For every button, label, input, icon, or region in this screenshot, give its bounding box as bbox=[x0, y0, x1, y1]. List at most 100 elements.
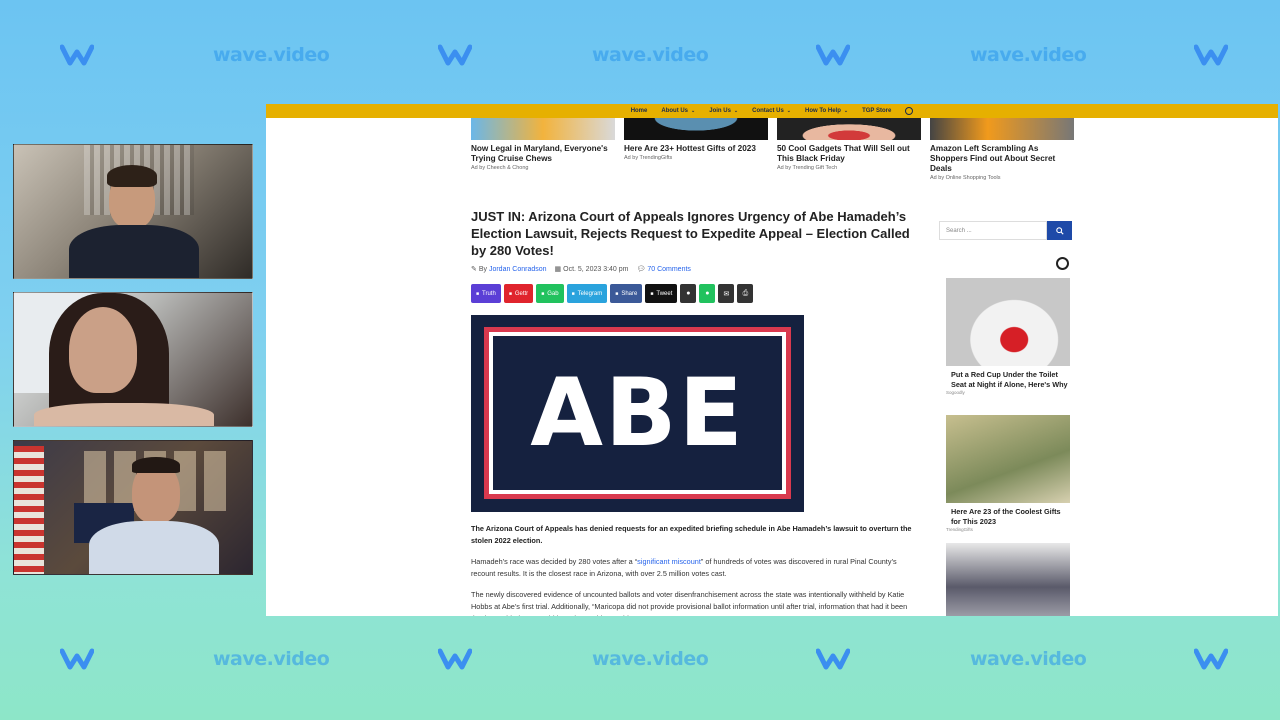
watermark-logo bbox=[815, 648, 851, 670]
miscount-link[interactable]: significant miscount bbox=[637, 557, 701, 566]
ad-image bbox=[930, 118, 1074, 140]
nav-item[interactable]: Home bbox=[631, 108, 648, 114]
participant-body bbox=[89, 521, 219, 574]
search-button[interactable] bbox=[1047, 221, 1072, 240]
shared-browser-window: Home About Us ⌄ Join Us ⌄ Contact Us ⌄ How To H… bbox=[266, 104, 1278, 616]
hero-text: ABE bbox=[530, 359, 745, 468]
nav-label: Home bbox=[630, 108, 648, 114]
nav-item[interactable]: About Us ⌄ bbox=[661, 108, 695, 114]
nav-label: Join Us bbox=[709, 108, 731, 114]
watermark-logo bbox=[59, 648, 95, 670]
watermark-text: wave.video bbox=[970, 648, 1087, 670]
share-label: Gab bbox=[547, 290, 559, 297]
article-paragraph: The newly discovered evidence of uncount… bbox=[471, 590, 908, 616]
article-date: Oct. 5, 2023 3:40 pm bbox=[563, 266, 629, 273]
participant-head bbox=[69, 307, 137, 393]
article: JUST IN: Arizona Court of Appeals Ignore… bbox=[471, 208, 921, 616]
ad-source: Ad by Trending Gift Tech bbox=[777, 165, 838, 171]
email-icon[interactable]: ✉ bbox=[718, 284, 735, 303]
ad-source: Ad by Online Shopping Tools bbox=[930, 175, 1001, 181]
chevron-down-icon: ⌄ bbox=[786, 108, 791, 114]
video-tile-1[interactable] bbox=[13, 144, 253, 279]
gettr-icon: ■ bbox=[508, 290, 512, 297]
ad-source: Ad by Cheech & Chong bbox=[471, 165, 529, 171]
ad-title[interactable]: Here Are 23+ Hottest Gifts of 2023 bbox=[624, 144, 768, 154]
article-meta: ✎ By Jordan Conradson ▦ Oct. 5, 2023 3:4… bbox=[471, 265, 921, 273]
nav-label: How To Help bbox=[804, 108, 841, 114]
watermark-logo bbox=[815, 44, 851, 66]
share-button-gab[interactable]: ■ Gab bbox=[536, 284, 564, 303]
participant-body bbox=[69, 225, 199, 278]
participant-hair bbox=[132, 457, 180, 473]
chevron-down-icon: ⌄ bbox=[691, 108, 696, 114]
sponsored-icon[interactable] bbox=[1056, 257, 1069, 270]
chevron-down-icon: ⌄ bbox=[733, 108, 739, 114]
search-input[interactable]: Search ... bbox=[939, 221, 1047, 240]
sidebar-search: Search ... bbox=[939, 221, 1075, 240]
author-meta: ✎ By Jordan Conradson bbox=[471, 265, 547, 273]
ad-image bbox=[946, 415, 1070, 503]
ad-source: Ad by TrendingGifts bbox=[624, 155, 673, 161]
ad-source: Sogoodly bbox=[946, 390, 965, 395]
participant-hair bbox=[107, 165, 157, 187]
share-button-share[interactable]: ■ Share bbox=[610, 284, 643, 303]
share-label: Share bbox=[621, 290, 638, 297]
ad-title[interactable]: Amazon Left Scrambling As Shoppers Find … bbox=[930, 144, 1074, 174]
watermark-logo bbox=[59, 44, 95, 66]
sms-icon[interactable]: ● bbox=[699, 284, 716, 303]
share-icon: ■ bbox=[615, 290, 619, 297]
flag bbox=[14, 446, 44, 574]
ad-title[interactable]: Here Are 23 of the Coolest Gifts for Thi… bbox=[946, 507, 1070, 526]
paragraph-text: Hamadeh’s race was decided by 280 votes … bbox=[471, 557, 638, 566]
watermark-logo bbox=[1193, 648, 1229, 670]
video-tile-3[interactable] bbox=[13, 440, 253, 575]
participant-body bbox=[34, 403, 214, 426]
nav-item[interactable]: TGP Store bbox=[862, 108, 891, 114]
date-meta: ▦ Oct. 5, 2023 3:40 pm bbox=[555, 265, 629, 273]
share-button-gettr[interactable]: ■ Gettr bbox=[503, 284, 534, 303]
nav-item[interactable]: Join Us ⌄ bbox=[709, 108, 738, 114]
print-icon[interactable]: ⎙ bbox=[737, 284, 754, 303]
comments-link[interactable]: 70 Comments bbox=[647, 266, 691, 273]
search-icon bbox=[1055, 226, 1064, 235]
article-paragraph: The Arizona Court of Appeals has denied … bbox=[471, 524, 912, 545]
share-button-tweet[interactable]: ■ Tweet bbox=[645, 284, 678, 303]
sidebar-ad[interactable]: Put a Red Cup Under the Toilet Seat at N… bbox=[946, 278, 1070, 395]
nav-item[interactable]: How To Help ⌄ bbox=[805, 108, 848, 114]
comments-meta: 💬︎ 70 Comments bbox=[637, 265, 691, 273]
ad-image bbox=[624, 118, 768, 140]
site-navbar: Home About Us ⌄ Join Us ⌄ Contact Us ⌄ How To H… bbox=[266, 104, 1278, 118]
top-ad[interactable]: Amazon Left Scrambling As Shoppers Find … bbox=[930, 118, 1074, 181]
top-ad-row: Now Legal in Maryland, Everyone's Trying… bbox=[471, 118, 1074, 181]
hero-image: ABE bbox=[471, 315, 804, 512]
nav-item[interactable]: Contact Us ⌄ bbox=[752, 108, 791, 114]
ad-title[interactable]: 50 Cool Gadgets That Will Sell out This … bbox=[777, 144, 921, 164]
article-headline: JUST IN: Arizona Court of Appeals Ignore… bbox=[471, 209, 910, 258]
ad-title[interactable]: Now Legal in Maryland, Everyone's Trying… bbox=[471, 144, 615, 164]
nav-label: Contact Us bbox=[752, 108, 784, 114]
top-ad[interactable]: Here Are 23+ Hottest Gifts of 2023 Ad by… bbox=[624, 118, 768, 181]
share-button-telegram[interactable]: ■ Telegram bbox=[566, 284, 608, 303]
comment-icon[interactable]: ● bbox=[680, 284, 697, 303]
watermark-logo bbox=[437, 648, 473, 670]
author-link[interactable]: Jordan Conradson bbox=[489, 266, 547, 273]
watermark-text: wave.video bbox=[213, 648, 330, 670]
sidebar-ad[interactable]: Here Are 23 of the Coolest Gifts for Thi… bbox=[946, 415, 1070, 532]
search-icon[interactable] bbox=[905, 107, 914, 115]
share-label: Telegram bbox=[577, 290, 603, 297]
top-ad[interactable]: Now Legal in Maryland, Everyone's Trying… bbox=[471, 118, 615, 181]
ad-image bbox=[946, 278, 1070, 366]
share-label: Gettr bbox=[514, 290, 529, 297]
video-tile-2[interactable] bbox=[13, 292, 253, 427]
sidebar: Search ... Put a Red Cup Under the Toile… bbox=[939, 221, 1075, 616]
share-button-truth[interactable]: ■ Truth bbox=[471, 284, 501, 303]
telegram-icon: ■ bbox=[571, 290, 575, 297]
sidebar-ad[interactable] bbox=[946, 543, 1070, 616]
ad-title[interactable]: Put a Red Cup Under the Toilet Seat at N… bbox=[946, 370, 1070, 389]
share-label: Truth bbox=[482, 290, 496, 297]
watermark-text: wave.video bbox=[213, 44, 330, 66]
nav-label: About Us bbox=[661, 108, 689, 114]
ad-image bbox=[471, 118, 615, 140]
article-paragraph: Hamadeh’s race was decided by 280 votes … bbox=[471, 556, 921, 580]
top-ad[interactable]: 50 Cool Gadgets That Will Sell out This … bbox=[777, 118, 921, 181]
